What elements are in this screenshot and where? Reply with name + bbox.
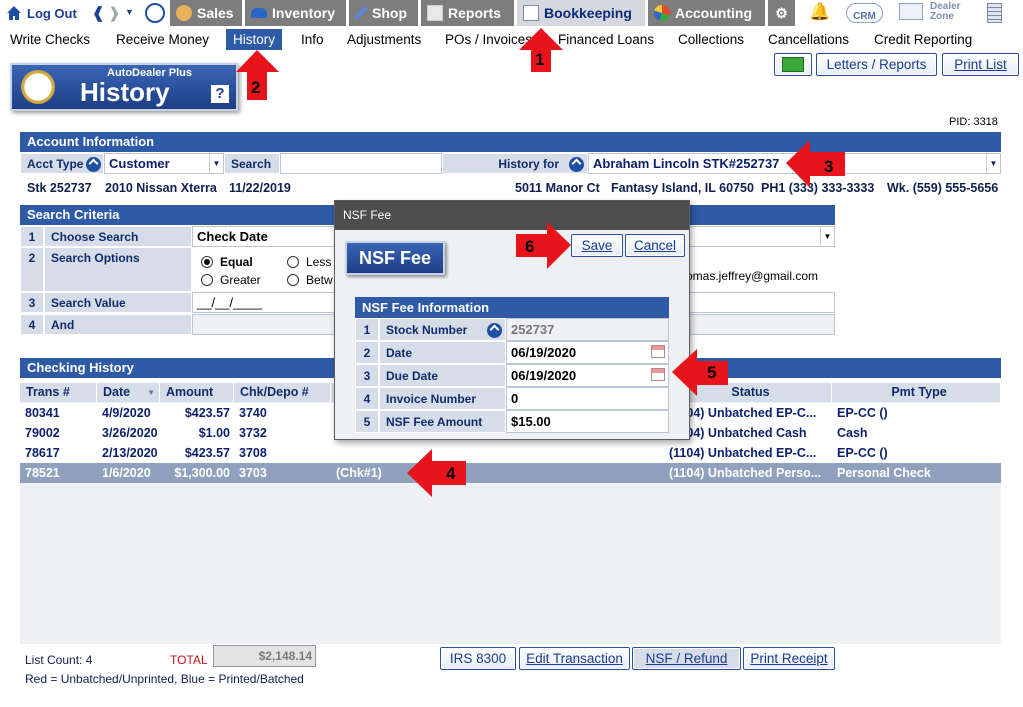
annotation-arrow-3 <box>786 140 845 188</box>
annotation-number-6: 6 <box>525 237 535 256</box>
annotation-number-5: 5 <box>707 363 717 382</box>
annotation-arrow-4 <box>407 449 466 497</box>
annotation-number-1: 1 <box>535 50 545 69</box>
annotation-number-2: 2 <box>251 78 261 97</box>
annotation-number-3: 3 <box>824 157 834 176</box>
annotation-number-4: 4 <box>446 464 456 483</box>
annotation-layer <box>236 28 845 497</box>
annotation-arrow-5 <box>672 349 728 396</box>
